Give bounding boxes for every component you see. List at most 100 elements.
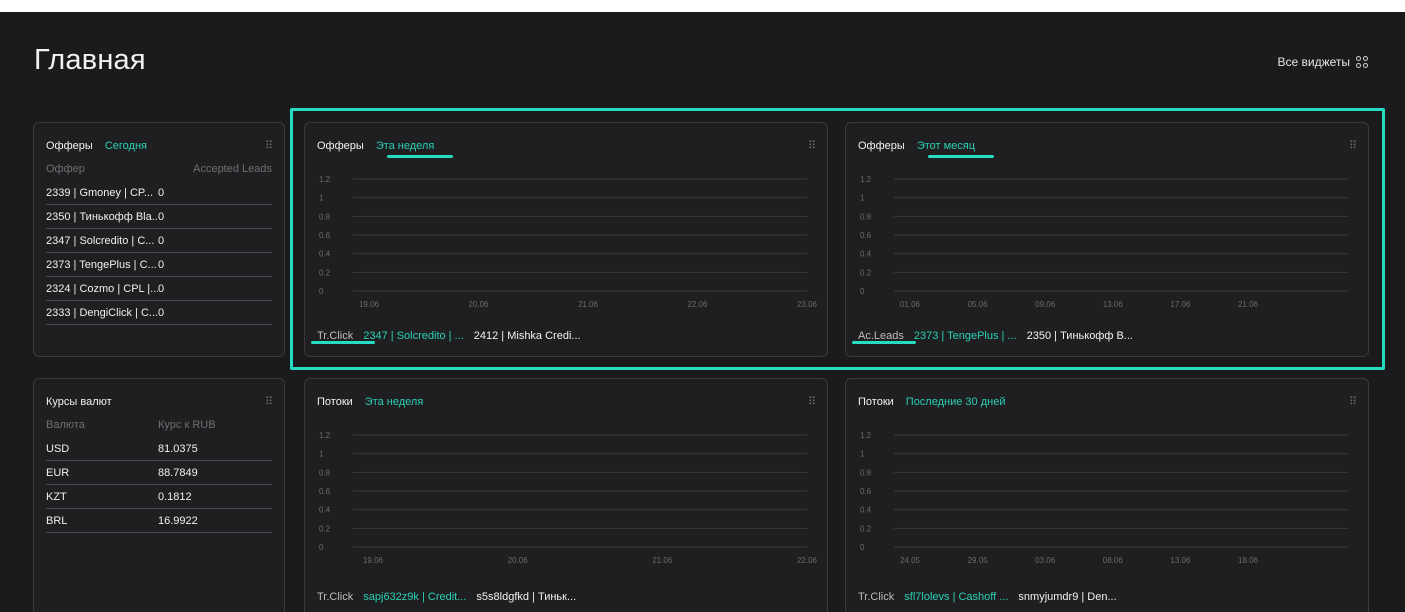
y-tick-label: 0.8 [860, 212, 872, 221]
drag-handle-icon[interactable]: ⠿ [808, 395, 816, 408]
y-tick-label: 0.6 [319, 231, 331, 240]
column-header-offer[interactable]: Оффер [46, 163, 85, 181]
y-tick-label: 1 [319, 194, 324, 203]
y-tick-label: 0.6 [860, 231, 872, 240]
offer-name: 2350 | Тинькофф Bla... [46, 210, 158, 223]
y-tick-label: 1.2 [860, 175, 872, 184]
currency-rate: 81.0375 [158, 442, 198, 455]
legend-series-b[interactable]: 2412 | Mishka Credi... [474, 330, 581, 342]
x-tick-label: 22.06 [797, 556, 817, 565]
y-tick-label: 0 [860, 543, 865, 552]
y-tick-label: 0.2 [860, 524, 872, 533]
y-tick-label: 0.4 [319, 250, 331, 259]
period-selector[interactable]: Последние 30 дней [906, 396, 1006, 408]
legend-series-a[interactable]: sfl7lolevs | Cashoff ... [904, 591, 1008, 603]
period-selector[interactable]: Этот месяц [917, 140, 975, 152]
period-underline [928, 155, 994, 158]
top-bar [0, 0, 1405, 12]
y-tick-label: 0.4 [860, 250, 872, 259]
column-header-currency: Валюта [46, 419, 85, 431]
x-tick-label: 09.06 [1035, 300, 1056, 309]
y-tick-label: 0.4 [319, 506, 331, 515]
drag-handle-icon[interactable]: ⠿ [265, 395, 273, 408]
column-header-leads[interactable]: Accepted Leads [193, 163, 272, 181]
offer-name: 2373 | TengePlus | C... [46, 258, 157, 271]
table-row[interactable]: 2347 | Solcredito | C... 0 [46, 229, 272, 253]
legend-series-a[interactable]: sapj632z9k | Credit... [363, 591, 466, 603]
period-selector[interactable]: Сегодня [105, 140, 147, 152]
x-tick-label: 13.06 [1170, 556, 1191, 565]
table-row[interactable]: 2350 | Тинькофф Bla... 0 [46, 205, 272, 229]
table-header: Оффер Accepted Leads [46, 163, 272, 181]
metric-underline [852, 341, 916, 344]
offers-today-widget: Офферы Сегодня ⠿ Оффер Accepted Leads 23… [33, 122, 285, 357]
line-chart: 1.2 1 0.8 0.6 0.4 0.2 0 19.06 20.06 21.06 22.06 23.… [319, 175, 817, 309]
accepted-leads: 0 [158, 234, 165, 247]
x-tick-label: 20.06 [468, 300, 489, 309]
currency-code: EUR [46, 466, 70, 479]
y-tick-label: 0.6 [319, 487, 331, 496]
x-tick-label: 01.06 [900, 300, 921, 309]
widget-title: Курсы валют [46, 396, 112, 408]
all-widgets-button[interactable]: Все виджеты [1277, 55, 1369, 69]
currency-rate: 0.1812 [158, 490, 192, 503]
y-tick-label: 0.6 [860, 487, 872, 496]
drag-handle-icon[interactable]: ⠿ [1349, 139, 1357, 152]
x-tick-label: 17.06 [1170, 300, 1191, 309]
table-row[interactable]: 2324 | Cozmo | CPL |... 0 [46, 277, 272, 301]
table-row: KZT 0.1812 [46, 485, 272, 509]
y-tick-label: 0 [860, 287, 865, 296]
currency-code: KZT [46, 490, 67, 503]
x-tick-label: 21.06 [652, 556, 673, 565]
y-tick-label: 0.4 [860, 506, 872, 515]
legend-series-b[interactable]: 2350 | Тинькофф B... [1027, 330, 1133, 342]
y-tick-label: 1.2 [860, 431, 872, 440]
y-tick-label: 0.8 [319, 468, 331, 477]
period-selector[interactable]: Эта неделя [376, 140, 435, 152]
currency-table: Валюта Курс к RUB USD 81.0375 EUR 88.7849 KZ… [46, 419, 272, 533]
streams-30days-widget: Потоки Последние 30 дней ⠿ 1.2 1 0.8 0.6 0.4 0.2… [845, 378, 1369, 612]
legend-series-a[interactable]: 2373 | TengePlus | ... [914, 330, 1017, 342]
metric-selector[interactable]: Tr.Click [858, 591, 894, 603]
column-header-rate: Курс к RUB [158, 419, 216, 431]
x-tick-label: 24.05 [900, 556, 921, 565]
y-tick-label: 1.2 [319, 175, 331, 184]
chart-legend: Tr.Click sapj632z9k | Credit... s5s8ldgfkd… [317, 591, 576, 603]
drag-handle-icon[interactable]: ⠿ [808, 139, 816, 152]
drag-handle-icon[interactable]: ⠿ [1349, 395, 1357, 408]
x-tick-label: 20.06 [508, 556, 529, 565]
legend-series-b[interactable]: snmyjumdr9 | Den... [1018, 591, 1116, 603]
legend-series-b[interactable]: s5s8ldgfkd | Тиньк... [476, 591, 576, 603]
table-row[interactable]: 2339 | Gmoney | CP... 0 [46, 181, 272, 205]
y-tick-label: 0 [319, 543, 324, 552]
y-tick-label: 0.2 [319, 268, 331, 277]
currency-rate: 16.9922 [158, 514, 198, 527]
widget-title: Офферы [317, 140, 364, 152]
table-row[interactable]: 2373 | TengePlus | C... 0 [46, 253, 272, 277]
line-chart: 1.2 1 0.8 0.6 0.4 0.2 0 19.06 20.06 21.06 22.06 [319, 431, 817, 565]
drag-handle-icon[interactable]: ⠿ [265, 139, 273, 152]
y-tick-label: 0.2 [319, 524, 331, 533]
legend-series-a[interactable]: 2347 | Solcredito | ... [363, 330, 464, 342]
widgets-grid-icon [1356, 55, 1369, 69]
currency-code: USD [46, 442, 70, 455]
x-tick-label: 08.06 [1103, 556, 1124, 565]
x-tick-label: 18.06 [1238, 556, 1259, 565]
currency-code: BRL [46, 514, 68, 527]
streams-week-widget: Потоки Эта неделя ⠿ 1.2 1 0.8 0.6 0.4 0.2 0 19.06 2… [304, 378, 828, 612]
table-row[interactable]: 2333 | DengiClick | C... 0 [46, 301, 272, 325]
metric-underline [311, 341, 375, 344]
all-widgets-label: Все виджеты [1277, 55, 1350, 69]
offer-name: 2347 | Solcredito | C... [46, 234, 155, 247]
metric-selector[interactable]: Tr.Click [317, 591, 353, 603]
widget-title: Офферы [46, 140, 93, 152]
line-chart: 1.2 1 0.8 0.6 0.4 0.2 0 01.06 05.06 09.06 13.06 17.… [860, 175, 1348, 309]
widget-title: Потоки [858, 396, 894, 408]
offers-table: Оффер Accepted Leads 2339 | Gmoney | CP.… [46, 163, 272, 325]
period-selector[interactable]: Эта неделя [365, 396, 424, 408]
x-tick-label: 21.06 [578, 300, 599, 309]
accepted-leads: 0 [158, 306, 165, 319]
x-tick-label: 13.06 [1103, 300, 1124, 309]
period-underline [387, 155, 453, 158]
currency-rate: 88.7849 [158, 466, 198, 479]
